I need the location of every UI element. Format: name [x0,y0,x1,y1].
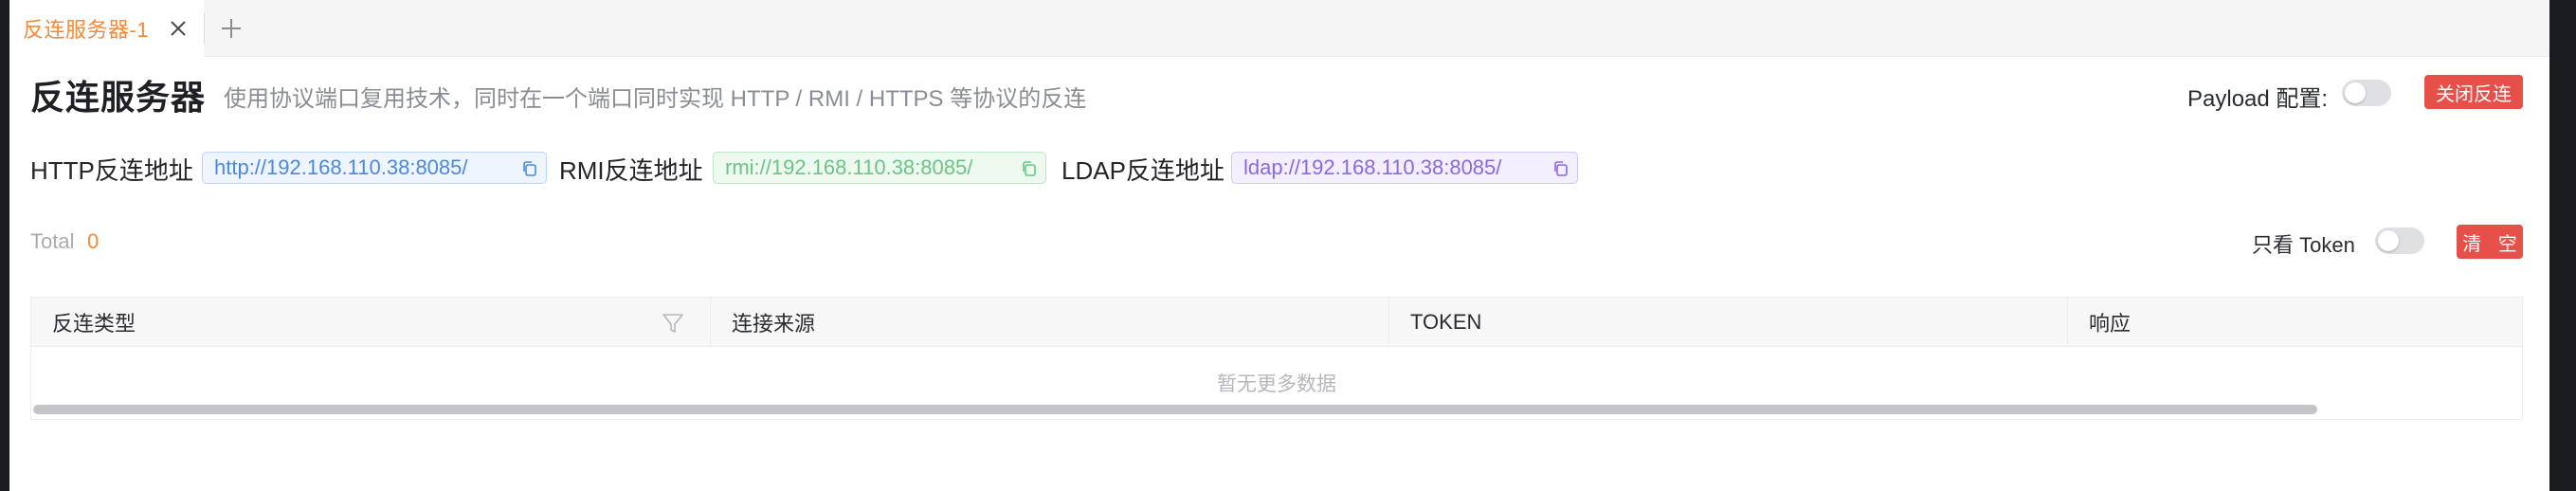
payload-config-label: Payload 配置: [2187,86,2329,112]
window-frame-right [2549,0,2576,491]
tab-title: 反连服务器-1 [23,18,150,42]
window-frame-left [0,0,9,491]
http-address-label: HTTP反连地址 [30,156,193,185]
column-header-type: 反连类型 [31,298,710,347]
total-count: 0 [87,229,100,253]
close-reverse-button[interactable]: 关闭反连 [2424,75,2523,109]
ldap-address-value[interactable]: ldap://192.168.110.38:8085/ [1231,152,1578,184]
copy-icon[interactable] [521,160,538,177]
column-header-token: TOKEN [1388,298,2067,347]
http-address-text: http://192.168.110.38:8085/ [214,155,468,179]
filter-icon[interactable] [661,311,685,336]
empty-state-text: 暂无更多数据 [1217,373,1336,395]
column-header-type-label: 反连类型 [52,312,136,336]
horizontal-scrollbar[interactable] [33,405,2317,414]
column-header-source: 连接来源 [710,298,1388,347]
ldap-address-label: LDAP反连地址 [1061,156,1225,185]
payload-config-toggle[interactable] [2342,80,2391,106]
copy-icon[interactable] [1552,160,1569,177]
column-header-response: 响应 [2067,298,2522,347]
copy-icon[interactable] [1021,160,1038,177]
total-label: Total [30,229,75,253]
rmi-address-value[interactable]: rmi://192.168.110.38:8085/ [713,152,1046,184]
token-only-label: 只看 Token [2252,233,2355,257]
column-header-source-label: 连接来源 [732,312,816,336]
tab-divider [204,13,205,44]
connections-table: 反连类型 连接来源 TOKEN 响应 暂无更多数据 [30,297,2523,420]
tab-reverse-server-1[interactable]: 反连服务器-1 [9,0,204,57]
page-title: 反连服务器 [30,78,207,117]
close-icon[interactable] [169,19,188,38]
column-header-token-label: TOKEN [1410,310,1482,334]
page-description: 使用协议端口复用技术，同时在一个端口同时实现 HTTP / RMI / HTTP… [224,86,1087,112]
rmi-address-text: rmi://192.168.110.38:8085/ [725,155,973,179]
token-only-toggle[interactable] [2375,227,2424,254]
plus-icon[interactable] [220,17,243,40]
table-header: 反连类型 连接来源 TOKEN 响应 [31,298,2522,347]
tab-bar: 反连服务器-1 [9,0,2549,57]
column-header-response-label: 响应 [2089,312,2132,336]
ldap-address-text: ldap://192.168.110.38:8085/ [1243,155,1502,179]
clear-button[interactable]: 清 空 [2457,225,2523,259]
rmi-address-label: RMI反连地址 [559,156,703,185]
http-address-value[interactable]: http://192.168.110.38:8085/ [202,152,547,184]
